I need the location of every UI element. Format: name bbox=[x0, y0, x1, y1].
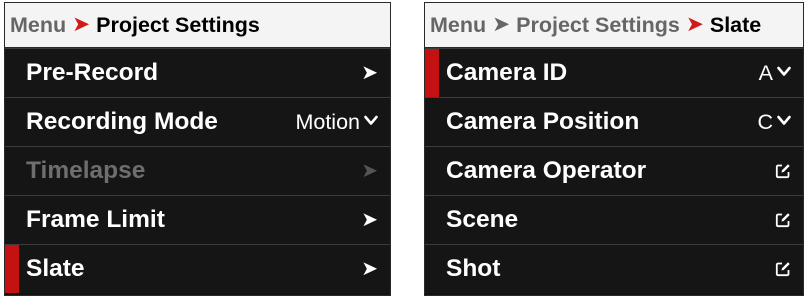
menu-item-label: Camera ID bbox=[446, 59, 568, 86]
camera-id-value: A bbox=[758, 60, 773, 85]
menu-item-frame-limit[interactable]: Frame Limit ➤ bbox=[5, 195, 390, 244]
chevron-right-icon: ➤ bbox=[361, 209, 378, 231]
chevron-down-icon bbox=[777, 64, 791, 82]
breadcrumb-separator-icon: ➤ bbox=[72, 12, 91, 37]
edit-icon[interactable] bbox=[775, 212, 791, 228]
camera-position-value: C bbox=[757, 109, 773, 134]
menu-item-camera-operator[interactable]: Camera Operator bbox=[425, 146, 803, 195]
chevron-right-icon: ➤ bbox=[361, 160, 378, 182]
edit-icon[interactable] bbox=[775, 261, 791, 277]
edit-icon[interactable] bbox=[775, 163, 791, 179]
menu-item-camera-id[interactable]: Camera ID A bbox=[425, 48, 803, 97]
breadcrumb-project-settings[interactable]: Project Settings bbox=[516, 13, 680, 38]
breadcrumb-current: Slate bbox=[709, 12, 762, 37]
breadcrumb-separator-icon: ➤ bbox=[685, 12, 704, 37]
menu-item-label: Timelapse bbox=[26, 157, 146, 184]
breadcrumb-menu[interactable]: Menu bbox=[430, 13, 486, 38]
breadcrumb-current: Project Settings bbox=[96, 12, 260, 37]
menu-item-label: Recording Mode bbox=[26, 108, 218, 135]
menu-item-label: Camera Position bbox=[446, 108, 640, 135]
slate-menu: Menu ➤ Project Settings ➤ Slate Camera I… bbox=[424, 2, 804, 296]
menu-item-label: Frame Limit bbox=[26, 206, 165, 233]
chevron-right-icon: ➤ bbox=[361, 258, 378, 280]
chevron-down-icon bbox=[777, 113, 791, 131]
chevron-right-icon: ➤ bbox=[361, 62, 378, 84]
breadcrumb: Menu ➤ Project Settings bbox=[5, 3, 390, 48]
menu-item-label: Scene bbox=[446, 206, 519, 233]
menu-item-timelapse: Timelapse ➤ bbox=[5, 146, 390, 195]
selection-indicator bbox=[5, 245, 19, 293]
menu-item-label: Pre-Record bbox=[26, 59, 159, 86]
menu-item-pre-record[interactable]: Pre-Record ➤ bbox=[5, 48, 390, 97]
menu-item-label: Slate bbox=[26, 255, 85, 282]
recording-mode-value: Motion bbox=[295, 109, 360, 134]
chevron-down-icon bbox=[364, 113, 378, 131]
menu-item-slate[interactable]: Slate ➤ bbox=[5, 244, 390, 293]
breadcrumb: Menu ➤ Project Settings ➤ Slate bbox=[425, 3, 803, 48]
breadcrumb-menu[interactable]: Menu bbox=[10, 13, 66, 38]
selection-indicator bbox=[425, 49, 439, 97]
menu-item-camera-position[interactable]: Camera Position C bbox=[425, 97, 803, 146]
menu-item-scene[interactable]: Scene bbox=[425, 195, 803, 244]
menu-item-shot[interactable]: Shot bbox=[425, 244, 803, 293]
menu-item-label: Shot bbox=[446, 255, 501, 282]
menu-item-recording-mode[interactable]: Recording Mode Motion bbox=[5, 97, 390, 146]
breadcrumb-separator-icon: ➤ bbox=[492, 12, 511, 37]
menu-item-label: Camera Operator bbox=[446, 157, 647, 184]
project-settings-menu: Menu ➤ Project Settings Pre-Record ➤ Rec… bbox=[4, 2, 391, 296]
